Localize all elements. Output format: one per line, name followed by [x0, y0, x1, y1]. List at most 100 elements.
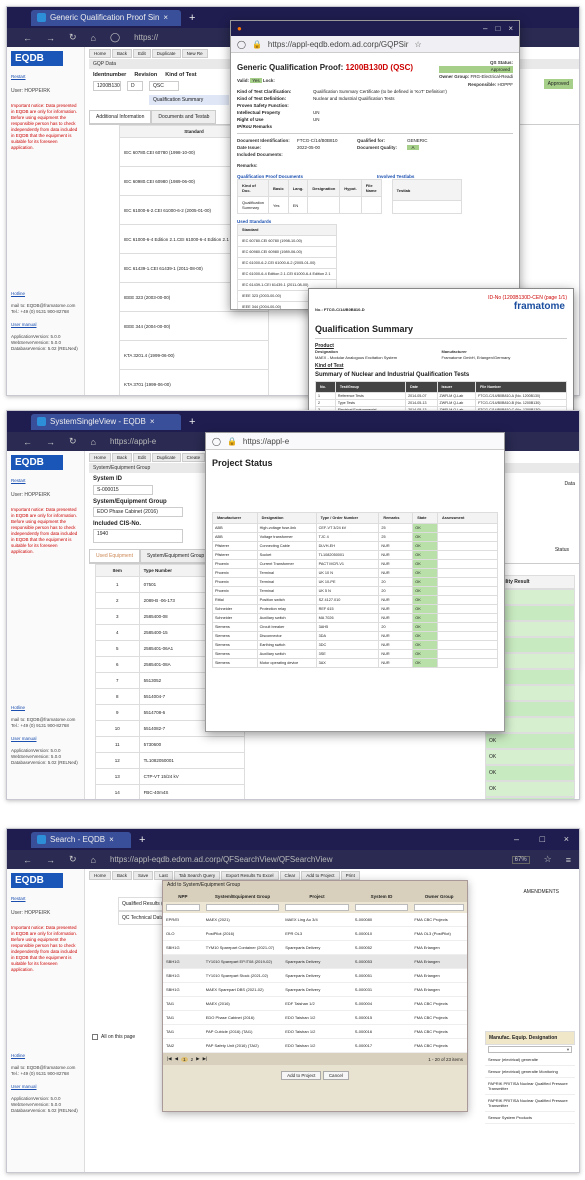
dialog-filter[interactable] — [285, 904, 349, 911]
new-tab-icon[interactable]: + — [189, 12, 195, 24]
right-row[interactable]: Sensor (electrical) generalte Monitoring — [485, 1066, 575, 1078]
zoom-level[interactable]: 67% — [511, 855, 530, 864]
dialog-row[interactable]: TAI1 MAEX (2016) EDF Taishan 1/2 S-000004 FM… — [163, 997, 467, 1011]
browser-tab[interactable]: SystemSingleView - EQDB × — [31, 413, 181, 430]
menu-duplicate[interactable]: Duplicate — [151, 49, 181, 58]
pager-next-icon[interactable]: ▶ — [196, 1056, 199, 1062]
hotline-link[interactable]: Hotline — [11, 291, 80, 297]
close-tab-icon[interactable]: × — [163, 13, 168, 22]
menu-create[interactable]: Create — [181, 453, 206, 462]
menu-icon[interactable]: ≡ — [566, 855, 571, 865]
right-row[interactable]: Sensor System Products — [485, 1112, 575, 1124]
table-row[interactable]: 12 TL1082050001 — [95, 752, 246, 769]
menu-back[interactable]: Back — [112, 453, 133, 462]
sysid-value[interactable]: S-000015 — [93, 485, 153, 495]
tab-documents[interactable]: Documents and Testab — [151, 110, 217, 124]
popup-urlbar[interactable]: ◯ 🔒 https://appl-eqdb.edom.ad.corp/GQPSir ☆ — [231, 36, 519, 53]
back-icon[interactable]: ← — [23, 437, 32, 447]
tab-additional[interactable]: Additional Information — [89, 110, 152, 124]
restart-link[interactable]: Restart — [11, 74, 80, 80]
pager-first-icon[interactable]: |◀ — [167, 1056, 172, 1062]
pager-page-2[interactable]: 2 — [191, 1057, 194, 1062]
url-bar[interactable]: https://appl-e — [110, 437, 156, 446]
url-bar[interactable]: https://appl-eqdb.edom.ad.corp/QFSearchV… — [110, 855, 498, 864]
bookmark-icon[interactable]: ☆ — [544, 854, 552, 865]
popup-url[interactable]: https://appl-eqdb.edom.ad.corp/GQPSir — [268, 40, 409, 49]
bookmark-icon[interactable]: ☆ — [414, 40, 421, 49]
browser-tab[interactable]: Generic Qualification Proof Sin × — [31, 9, 181, 26]
popup-url[interactable]: https://appl-e — [243, 437, 289, 446]
menu-item[interactable]: Print — [340, 871, 360, 880]
dialog-row[interactable]: TAI1 EDO Phase Cabinet (2016) EDO Taishan … — [163, 1011, 467, 1025]
new-tab-icon[interactable]: + — [189, 416, 195, 428]
menu-edit[interactable]: Edit — [133, 453, 151, 462]
menu-edit[interactable]: Edit — [133, 49, 151, 58]
dialog-filter[interactable] — [166, 904, 200, 911]
dialog-filter[interactable] — [354, 904, 409, 911]
user-manual-link[interactable]: User manual — [11, 322, 80, 328]
reload-icon[interactable]: ↻ — [69, 436, 77, 447]
table-row[interactable]: 13 CTP-VT 15/24 kV — [95, 768, 246, 785]
back-icon[interactable]: ← — [23, 855, 32, 865]
shield-icon[interactable]: ◯ — [110, 32, 120, 43]
qsum-strip[interactable]: Qualification Summary — [149, 95, 229, 105]
close-tab-icon[interactable]: × — [150, 417, 155, 426]
menu-item[interactable]: Save — [133, 871, 154, 880]
menu-home[interactable]: Home — [89, 49, 112, 58]
dialog-row[interactable]: SBH1G TY1010 Sparepart EP.IT08 (2019-02) S… — [163, 955, 467, 969]
forward-icon[interactable]: → — [46, 437, 55, 447]
pager-prev-icon[interactable]: ◀ — [175, 1056, 178, 1062]
menu-back[interactable]: Back — [112, 49, 133, 58]
seg-value[interactable]: EDO Phase Cabinet (2016) — [93, 507, 183, 517]
menu-item[interactable]: Add to Project — [301, 871, 340, 880]
new-tab-icon[interactable]: + — [139, 834, 145, 846]
val-kind[interactable]: QSC — [149, 81, 179, 91]
dialog-filter[interactable] — [205, 904, 280, 911]
table-row[interactable]: 14 FBC-40m4S — [95, 784, 246, 799]
dialog-row[interactable]: TAI1 PAP Cubicle (2016) (TAI1) EDO Taishan… — [163, 1025, 467, 1039]
pager-last-icon[interactable]: ▶| — [203, 1056, 208, 1062]
maximize-icon[interactable]: □ — [540, 834, 545, 844]
tab-used-equipment[interactable]: Used Equipment — [89, 549, 140, 563]
menu-item[interactable]: Export Results To Excel — [221, 871, 279, 880]
menu-new[interactable]: New Re — [181, 49, 208, 58]
dialog-row[interactable]: EPR/EI MAEX (2021) MAEX Ling Ao 3/4 S-00008… — [163, 913, 467, 927]
add-to-project-button[interactable]: Add to Project — [281, 1071, 322, 1080]
val-revision[interactable]: D — [127, 81, 143, 91]
right-filter[interactable] — [488, 1046, 572, 1053]
pager-page-1[interactable]: 1 — [181, 1056, 188, 1062]
menu-item[interactable]: Last — [154, 871, 173, 880]
table-row[interactable]: KTA 3201.4 (1999-06-00) — [119, 340, 269, 370]
right-row[interactable]: Sensor (electrical) generalte — [485, 1054, 575, 1066]
reload-icon[interactable]: ↻ — [69, 854, 77, 865]
right-row[interactable]: PAPRIK PRITISA Nuclear Qualified Pressur… — [485, 1095, 575, 1112]
forward-icon[interactable]: → — [46, 33, 55, 43]
menu-item[interactable]: Back — [112, 871, 133, 880]
dialog-row[interactable]: SBH1G MAEX Sparepart DBS (2021-02) Sparepa… — [163, 983, 467, 997]
browser-tab[interactable]: Search - EQDB × — [31, 831, 131, 848]
menu-item[interactable]: Home — [89, 871, 112, 880]
hotline-link[interactable]: Hotline — [11, 705, 80, 711]
home-icon[interactable]: ⌂ — [91, 855, 96, 865]
home-icon[interactable]: ⌂ — [91, 33, 96, 43]
menu-duplicate[interactable]: Duplicate — [151, 453, 181, 462]
menu-item[interactable]: Tab Search Query — [173, 871, 221, 880]
dialog-row[interactable]: TAI2 PAP Safety Unit (2016) (TAI2) EDO Tai… — [163, 1039, 467, 1053]
table-row[interactable]: 11 5730600 — [95, 736, 246, 753]
dialog-row[interactable]: SBH1G TY1010 Sparepart Stock (2021-02) Spa… — [163, 969, 467, 983]
table-row[interactable]: IEEE 344 (2004-00-00) — [119, 311, 269, 341]
hotline-link[interactable]: Hotline — [11, 1053, 80, 1059]
menu-home[interactable]: Home — [89, 453, 112, 462]
maximize-icon[interactable]: □ — [495, 24, 500, 33]
table-row[interactable]: KTA 3701 (1999-06-00) — [119, 369, 269, 395]
dialog-row[interactable]: SBH1G TYM10 Sparepart Container (2021-07)… — [163, 941, 467, 955]
restart-link[interactable]: Restart — [11, 896, 80, 902]
restart-link[interactable]: Restart — [11, 478, 80, 484]
close-tab-icon[interactable]: × — [109, 835, 114, 844]
menu-item[interactable]: Clear — [279, 871, 301, 880]
cis-value[interactable]: 1940 — [93, 529, 183, 543]
dialog-row[interactable]: OLO PostPilot (2016) EPR OL3 S-000010 FMA OL… — [163, 927, 467, 941]
close-icon[interactable]: × — [508, 24, 513, 33]
close-window-icon[interactable]: × — [564, 834, 569, 844]
reload-icon[interactable]: ↻ — [69, 32, 77, 43]
